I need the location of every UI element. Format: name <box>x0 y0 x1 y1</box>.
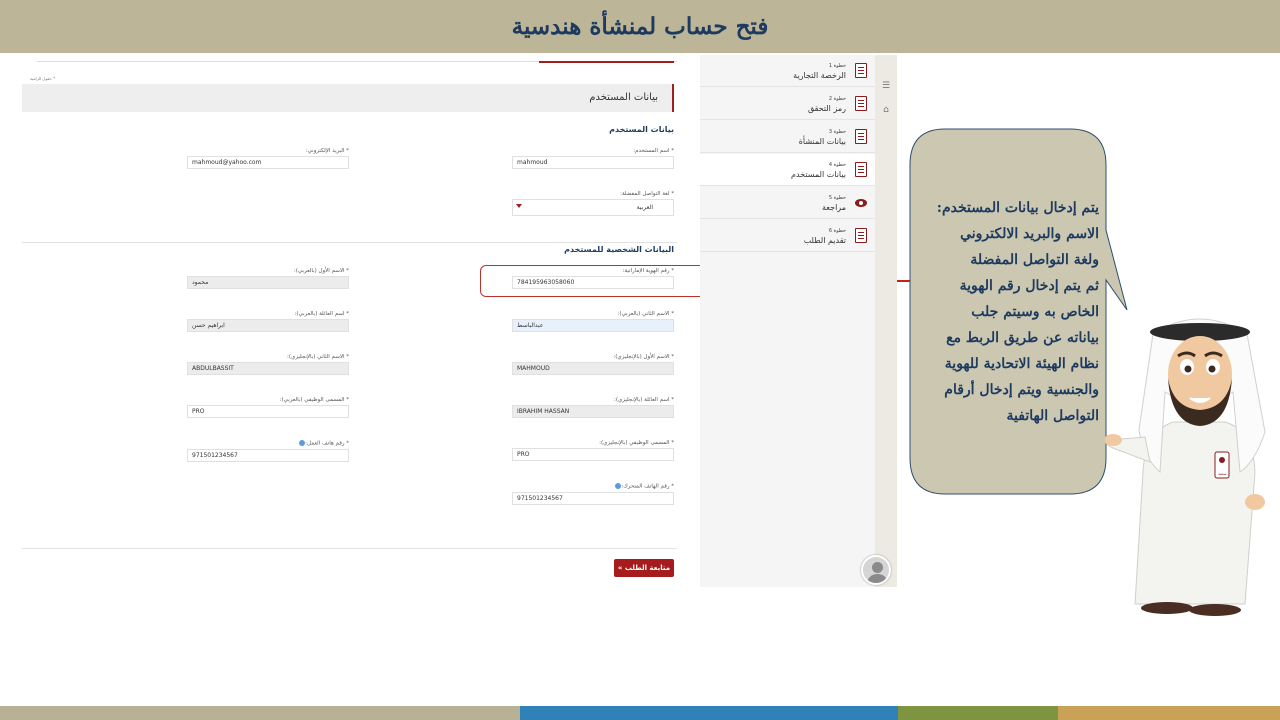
presentation-slide: فتح حساب لمنشأة هندسية * حقول الزامية بي… <box>0 0 1280 720</box>
strip-segment <box>0 706 520 720</box>
strip-segment <box>1058 706 1280 720</box>
strip-segment <box>898 706 1058 720</box>
callout-line: يتم إدخال بيانات المستخدم: <box>936 200 1099 216</box>
callout-line: بياناته عن طريق الربط مع <box>946 330 1099 346</box>
callout-line: الخاص به وسيتم جلب <box>971 304 1099 320</box>
callout-line: التواصل الهاتفية <box>1006 408 1099 424</box>
callout-line: والجنسية ويتم إدخال أرقام <box>944 382 1099 398</box>
mascot-character <box>1105 318 1266 616</box>
callout-text: يتم إدخال بيانات المستخدم: الاسم والبريد… <box>912 195 1099 429</box>
bottom-color-strip <box>0 706 1280 720</box>
callout-line: ولغة التواصل المفضلة <box>970 252 1099 268</box>
strip-segment <box>520 706 898 720</box>
callout-line: نظام الهيئة الاتحادية للهوية <box>944 356 1099 372</box>
mascot-badge-text: سعيد <box>1218 471 1227 476</box>
callout-line: الاسم والبريد الالكتروني <box>960 226 1099 242</box>
callout-line: ثم يتم إدخال رقم الهوية <box>959 278 1099 294</box>
